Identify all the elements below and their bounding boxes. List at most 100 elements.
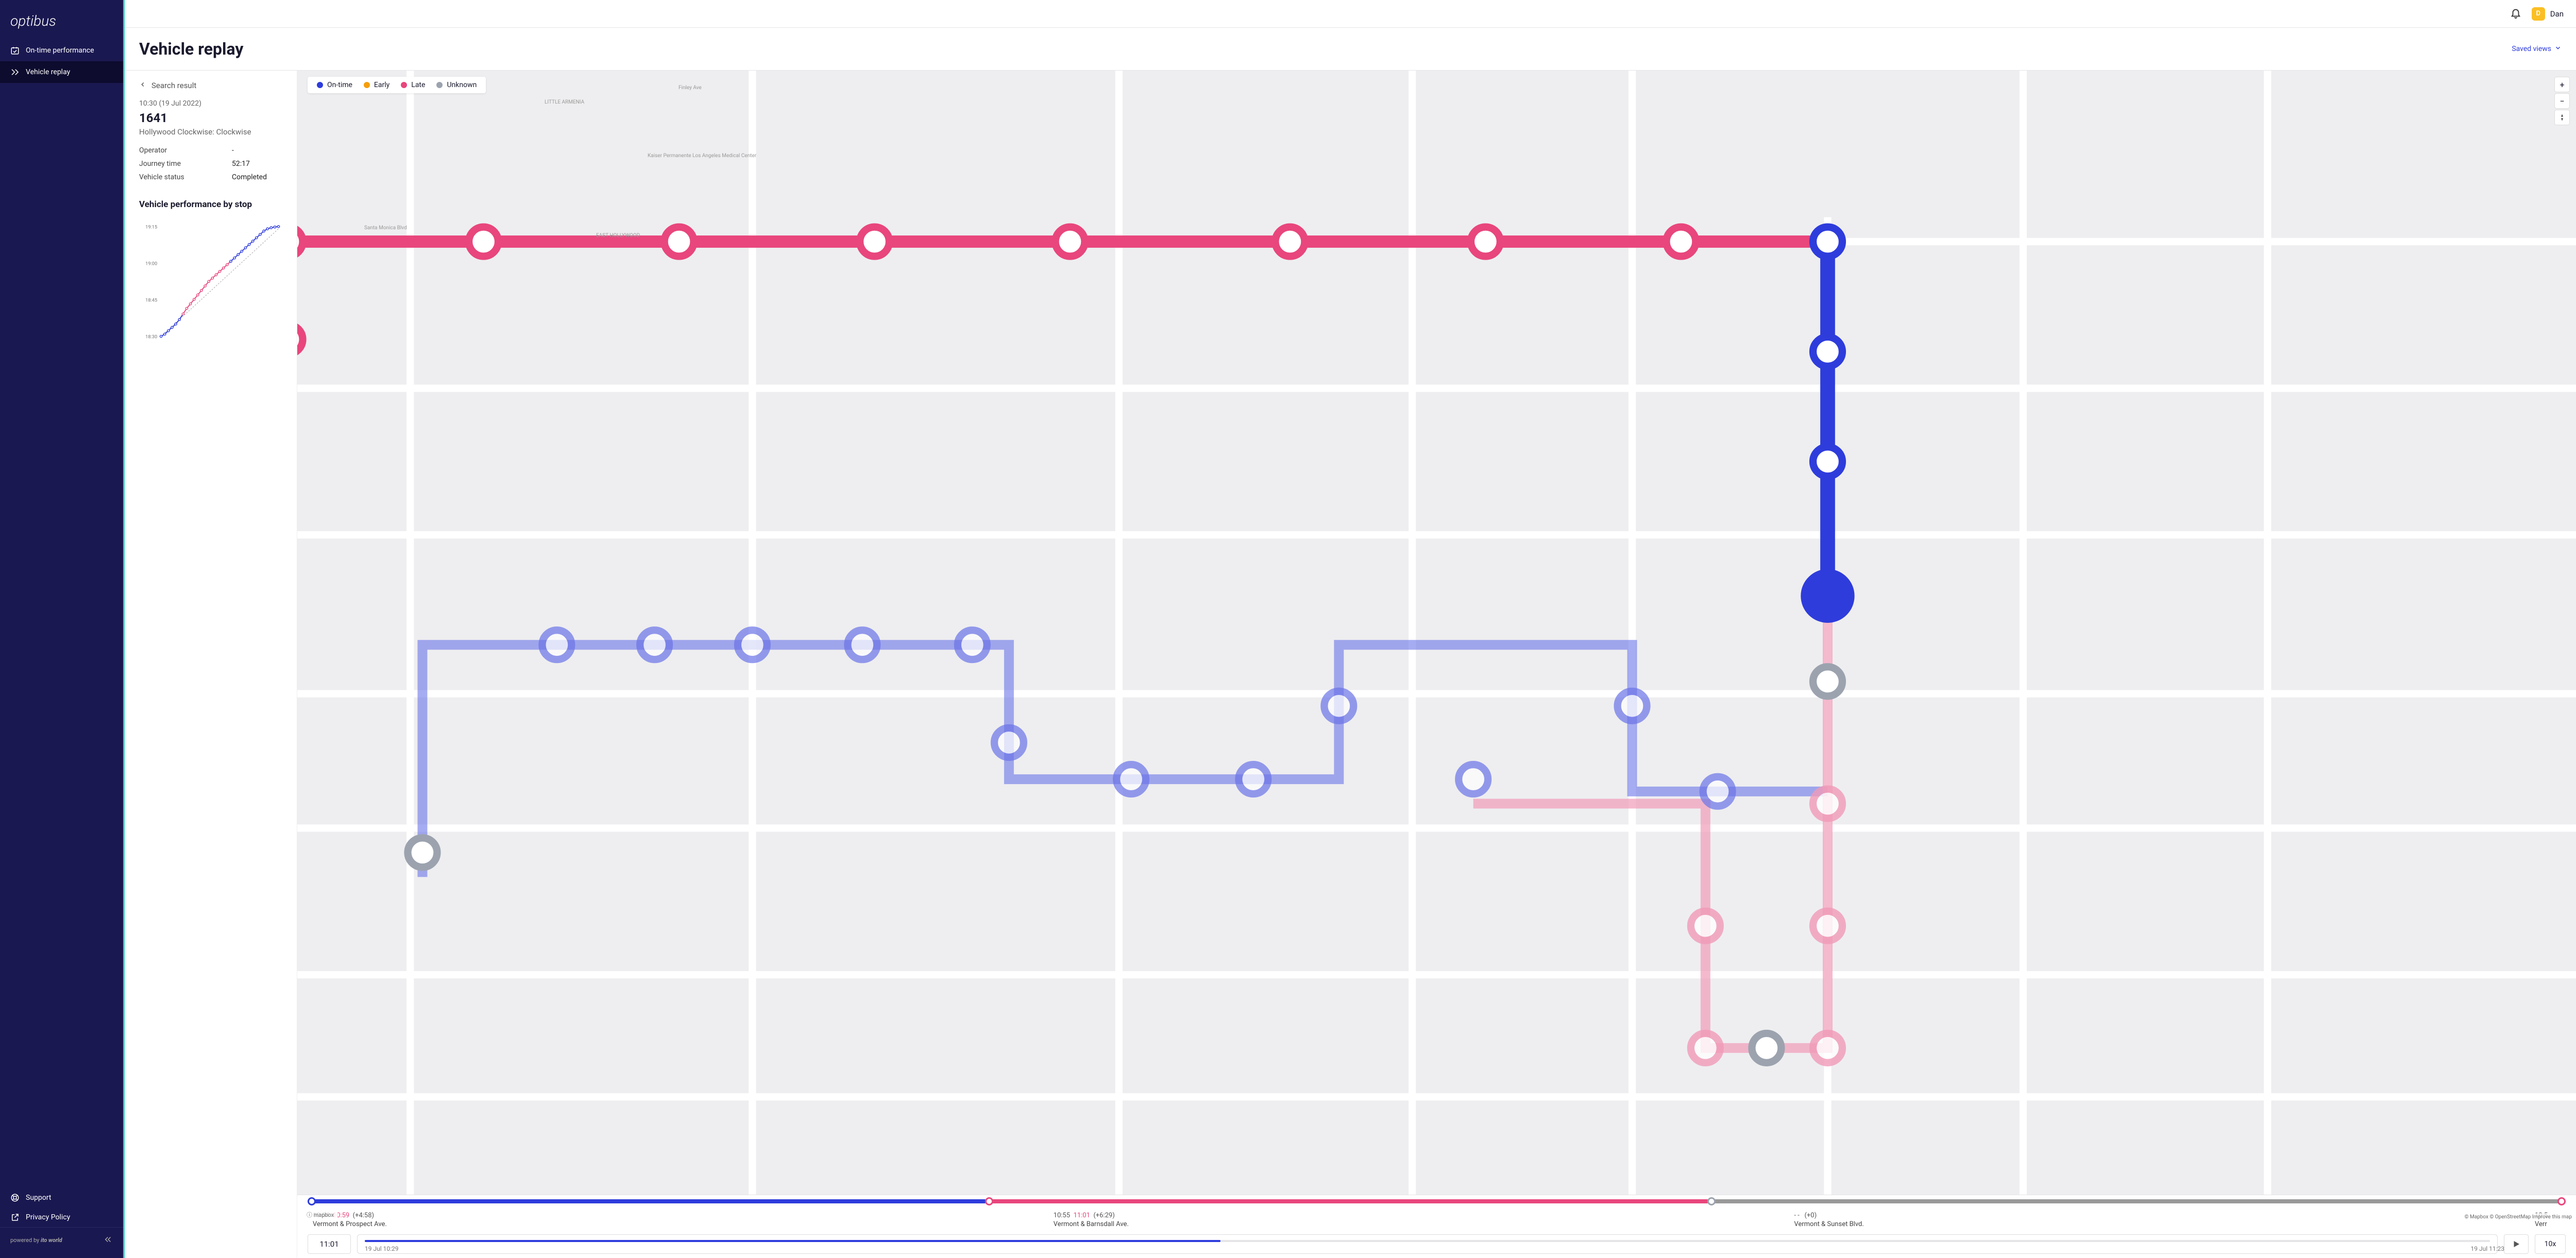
stop-actual: 11:01 xyxy=(1074,1212,1090,1219)
privacy-label: Privacy Policy xyxy=(26,1213,70,1221)
stop-name: Verr xyxy=(2535,1220,2561,1228)
nav-vehicle-replay[interactable]: Vehicle replay xyxy=(0,61,123,83)
time-slider[interactable]: 19 Jul 10:29 19 Jul 11:23 xyxy=(357,1234,2498,1254)
playback-bar: 11:01 19 Jul 10:29 19 Jul 11:23 10x xyxy=(297,1234,2576,1254)
stop-delta: (+4:58) xyxy=(353,1212,374,1219)
collapse-sidebar-icon[interactable] xyxy=(104,1235,113,1246)
privacy-link[interactable]: Privacy Policy xyxy=(0,1208,123,1227)
page-title: Vehicle replay xyxy=(139,39,243,59)
stop-info: 10:54 10:59 (+4:58) Vermont & Prospect A… xyxy=(313,1212,1054,1228)
sidebar-bottom: Support Privacy Policy powered by ito wo… xyxy=(0,1183,123,1258)
back-button[interactable]: Search result xyxy=(139,81,282,90)
stop-sched: - - xyxy=(1794,1212,1799,1219)
operator-value: - xyxy=(232,146,234,155)
current-time: 11:01 xyxy=(308,1234,351,1254)
stop-name: Vermont & Barnsdall Ave. xyxy=(1054,1220,1794,1228)
nav-item-label: On-time performance xyxy=(26,46,94,55)
stop-delta: (+0) xyxy=(1804,1212,1817,1219)
saved-views-dropdown[interactable]: Saved views xyxy=(2512,44,2562,54)
external-link-icon xyxy=(10,1213,20,1222)
kv-status: Vehicle status Completed xyxy=(139,171,282,184)
perf-chart-title: Vehicle performance by stop xyxy=(139,199,282,210)
user-menu[interactable]: D Dan xyxy=(2532,7,2564,21)
brand-logo: optibus xyxy=(0,0,123,40)
saved-views-label: Saved views xyxy=(2512,45,2551,53)
avatar: D xyxy=(2532,7,2545,21)
powered-brand: ito world xyxy=(41,1237,62,1244)
chevron-left-icon xyxy=(139,81,146,90)
dot-icon xyxy=(436,82,443,88)
legend-early-label: Early xyxy=(374,81,389,89)
dot-icon xyxy=(364,82,370,88)
map-canvas[interactable] xyxy=(297,71,2576,1195)
slider-end-label: 19 Jul 11:23 xyxy=(2471,1245,2504,1252)
status-label: Vehicle status xyxy=(139,173,232,181)
map-legend: On-time Early Late Unknown xyxy=(308,77,486,93)
stop-name: Vermont & Sunset Blvd. xyxy=(1794,1220,2535,1228)
chevron-down-icon xyxy=(2554,44,2562,54)
zoom-out-button[interactable]: − xyxy=(2554,93,2570,109)
stop-marker[interactable] xyxy=(2557,1197,2566,1205)
legend-late-label: Late xyxy=(411,81,425,89)
compass-button[interactable] xyxy=(2554,110,2570,125)
support-link[interactable]: Support xyxy=(0,1188,123,1208)
user-name: Dan xyxy=(2550,9,2564,19)
map-area: On-time Early Late Unknown + − xyxy=(297,71,2576,1258)
kv-operator: Operator - xyxy=(139,144,282,157)
page-header: Vehicle replay Saved views xyxy=(125,28,2576,71)
nav-on-time-performance[interactable]: On-time performance xyxy=(0,40,123,61)
status-value: Completed xyxy=(232,173,267,181)
speed-selector[interactable]: 10x xyxy=(2535,1234,2566,1254)
support-label: Support xyxy=(26,1194,51,1202)
content: Search result 10:30 (19 Jul 2022) 1641 H… xyxy=(125,71,2576,1258)
journey-value: 52:17 xyxy=(232,160,250,168)
stops-info: 10:54 10:59 (+4:58) Vermont & Prospect A… xyxy=(297,1206,2576,1234)
journey-label: Journey time xyxy=(139,160,232,168)
stop-marker[interactable] xyxy=(1707,1197,1716,1205)
lifebuoy-icon xyxy=(10,1193,20,1202)
bell-icon[interactable] xyxy=(2510,7,2521,21)
svg-text:18:30: 18:30 xyxy=(145,334,157,340)
legend-unknown-label: Unknown xyxy=(447,81,477,89)
operator-label: Operator xyxy=(139,146,232,155)
trip-timestamp: 10:30 (19 Jul 2022) xyxy=(139,99,282,108)
powered-by: powered by ito world xyxy=(0,1227,123,1253)
legend-ontime-label: On-time xyxy=(327,81,352,89)
mapbox-logo: ⓘ mapbox xyxy=(302,1210,338,1220)
nav-item-label: Vehicle replay xyxy=(26,68,70,76)
play-forward-icon xyxy=(10,67,20,77)
stop-info: - - (+0) Vermont & Sunset Blvd. xyxy=(1794,1212,2535,1228)
stop-marker[interactable] xyxy=(308,1197,316,1205)
stop-info: 10:55 11:01 (+6:29) Vermont & Barnsdall … xyxy=(1054,1212,1794,1228)
stop-delta: (+6:29) xyxy=(1093,1212,1114,1219)
powered-prefix: powered by xyxy=(10,1237,39,1244)
main: D Dan Vehicle replay Saved views Search … xyxy=(125,0,2576,1258)
svg-text:18:45: 18:45 xyxy=(145,298,157,303)
route-name: Hollywood Clockwise: Clockwise xyxy=(139,127,282,137)
legend-late: Late xyxy=(401,81,425,89)
nav: On-time performance Vehicle replay xyxy=(0,40,123,1183)
stops-track[interactable] xyxy=(308,1195,2566,1206)
svg-text:19:15: 19:15 xyxy=(145,225,157,230)
legend-unknown: Unknown xyxy=(436,81,477,89)
zoom-in-button[interactable]: + xyxy=(2554,77,2570,92)
dot-icon xyxy=(317,82,323,88)
slider-start-label: 19 Jul 10:29 xyxy=(365,1245,398,1252)
sidebar: optibus On-time performance Vehicle repl… xyxy=(0,0,125,1258)
vehicle-id: 1641 xyxy=(139,111,282,125)
stop-marker[interactable] xyxy=(985,1197,993,1205)
timeline: 10:54 10:59 (+4:58) Vermont & Prospect A… xyxy=(297,1195,2576,1258)
back-label: Search result xyxy=(151,81,196,90)
calendar-check-icon xyxy=(10,46,20,55)
legend-ontime: On-time xyxy=(317,81,352,89)
svg-text:19:00: 19:00 xyxy=(145,261,157,267)
map-controls: + − xyxy=(2554,77,2570,125)
map-attribution[interactable]: © Mapbox © OpenStreetMap Improve this ma… xyxy=(2463,1213,2574,1221)
play-button[interactable] xyxy=(2504,1234,2529,1254)
legend-early: Early xyxy=(364,81,389,89)
perf-chart: 18:30 18:45 19:00 19:15 xyxy=(139,217,282,351)
detail-panel: Search result 10:30 (19 Jul 2022) 1641 H… xyxy=(125,71,297,1258)
dot-icon xyxy=(401,82,407,88)
stop-name: Vermont & Prospect Ave. xyxy=(313,1220,1054,1228)
kv-journey: Journey time 52:17 xyxy=(139,157,282,171)
